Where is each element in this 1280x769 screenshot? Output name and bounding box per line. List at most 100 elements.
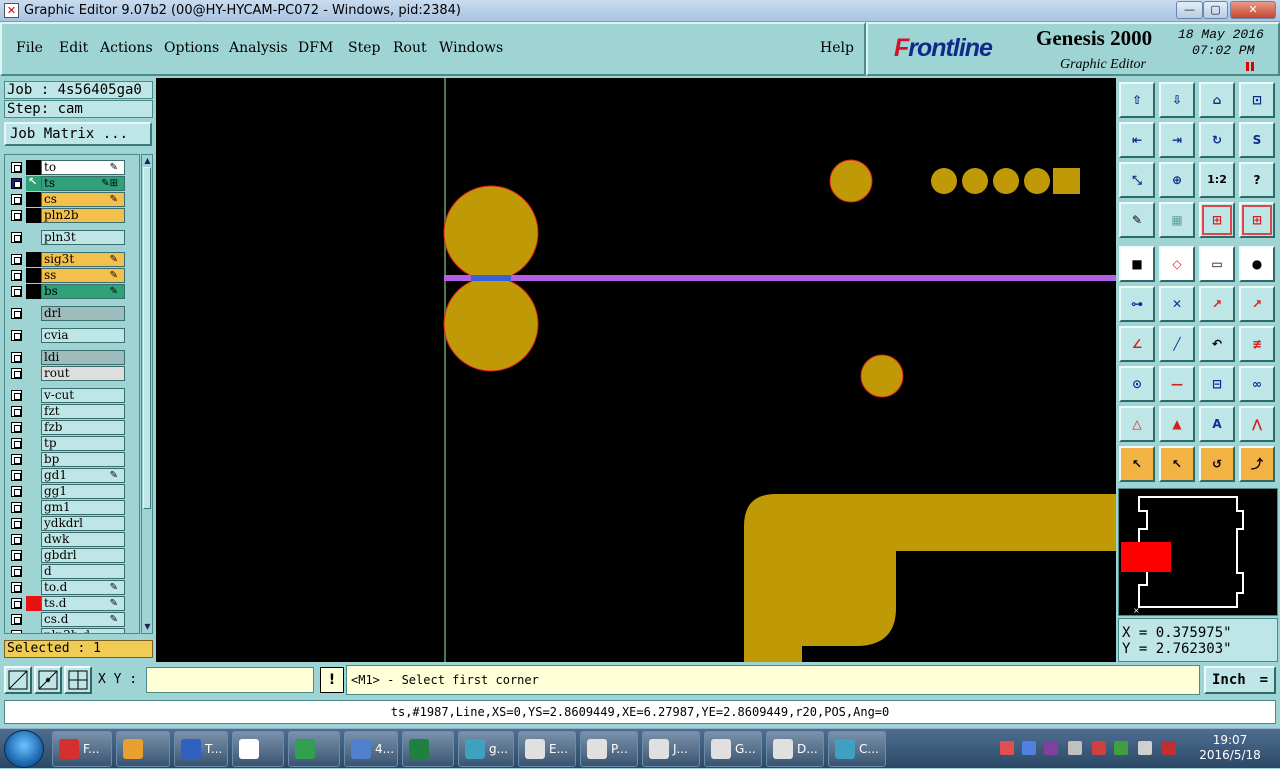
layer-color-swatch[interactable] — [26, 612, 41, 627]
layer-name[interactable]: bs ✎ — [41, 284, 125, 299]
network-icon[interactable] — [1068, 741, 1082, 755]
layer-checkbox[interactable] — [11, 566, 22, 577]
taskbar-item-14[interactable]: C... — [828, 731, 886, 767]
layer-color-swatch[interactable] — [26, 388, 41, 403]
menu-rout[interactable]: Rout — [393, 40, 427, 56]
help-query-icon[interactable]: ? — [1239, 162, 1275, 198]
tray-icon-3[interactable] — [1044, 741, 1058, 755]
zoom-out-icon[interactable]: ⇥ — [1159, 122, 1195, 158]
layer-checkbox[interactable] — [11, 598, 22, 609]
add-point-icon[interactable]: ↗ — [1199, 286, 1235, 322]
layer-row-gd1[interactable]: gd1 ✎ — [7, 468, 131, 483]
zoom-in-icon[interactable]: ⇤ — [1119, 122, 1155, 158]
layer-name[interactable]: sig3t ✎ — [41, 252, 125, 267]
select-rotate-icon[interactable]: ↺ — [1199, 446, 1235, 482]
warning-button[interactable]: ! — [320, 667, 344, 693]
layer-row-fzt[interactable]: fzt — [7, 404, 131, 419]
menu-help[interactable]: Help — [820, 40, 854, 56]
ruler-icon[interactable]: ▭ — [1199, 246, 1235, 282]
layer-name[interactable]: cs ✎ — [41, 192, 125, 207]
layer-checkbox[interactable] — [11, 368, 22, 379]
system-clock[interactable]: 19:07 2016/5/18 — [1194, 733, 1266, 763]
layer-row-cvia[interactable]: cvia — [7, 328, 131, 343]
grid-icon[interactable]: ▦ — [1159, 202, 1195, 238]
layer-name[interactable]: pln2b — [41, 208, 125, 223]
pause-icon[interactable] — [1246, 62, 1256, 72]
delete-x-icon[interactable]: ✕ — [1159, 286, 1195, 322]
menu-dfm[interactable]: DFM — [298, 40, 333, 56]
move-point-icon[interactable]: ↗ — [1239, 286, 1275, 322]
layer-name[interactable]: rout — [41, 366, 125, 381]
layer-color-swatch[interactable] — [26, 366, 41, 381]
layer-color-swatch[interactable] — [26, 484, 41, 499]
layer-name[interactable]: fzb — [41, 420, 125, 435]
layer-name[interactable]: pln2b.d — [41, 628, 125, 633]
close-button[interactable]: ✕ — [1230, 1, 1276, 19]
taskbar-item-3[interactable]: T... — [174, 731, 228, 767]
layer-checkbox[interactable] — [11, 178, 22, 189]
snap-point-icon[interactable]: ⊙ — [1119, 366, 1155, 402]
layer-checkbox[interactable] — [11, 422, 22, 433]
layer-color-swatch[interactable] — [26, 452, 41, 467]
angle-line-icon[interactable]: ∠ — [1119, 326, 1155, 362]
volume-icon[interactable] — [1138, 741, 1152, 755]
layer-row-to[interactable]: to ✎ — [7, 160, 131, 175]
layer-row-v-cut[interactable]: v-cut — [7, 388, 131, 403]
layer-color-swatch[interactable] — [26, 328, 41, 343]
layer-row-rout[interactable]: rout — [7, 366, 131, 381]
taskbar-item-7[interactable] — [402, 731, 454, 767]
layer-checkbox[interactable] — [11, 502, 22, 513]
triangle-up-icon[interactable]: ▲ — [1159, 406, 1195, 442]
taskbar-item-4[interactable] — [232, 731, 284, 767]
minimize-button[interactable]: — — [1176, 1, 1203, 19]
layer-row-bp[interactable]: bp — [7, 452, 131, 467]
layer-row-to.d[interactable]: to.d ✎ — [7, 580, 131, 595]
layer-checkbox[interactable] — [11, 270, 22, 281]
taskbar-item-12[interactable]: G... — [704, 731, 762, 767]
layer-color-swatch[interactable] — [26, 500, 41, 515]
select-path-icon[interactable]: ⤴ — [1239, 446, 1275, 482]
tray-icon-6[interactable] — [1114, 741, 1128, 755]
triangle-a-icon[interactable]: A — [1199, 406, 1235, 442]
layer-checkbox[interactable] — [11, 286, 22, 297]
mirror-icon[interactable]: ≢ — [1239, 326, 1275, 362]
layer-name[interactable]: gbdrl — [41, 548, 125, 563]
layer-row-sig3t[interactable]: sig3t ✎ — [7, 252, 131, 267]
layer-color-swatch[interactable] — [26, 230, 41, 245]
layer-name[interactable]: cs.d ✎ — [41, 612, 125, 627]
layer-name[interactable]: ldi — [41, 350, 125, 365]
measure-icon[interactable]: ✎ — [1119, 202, 1155, 238]
taskbar-item-10[interactable]: P... — [580, 731, 638, 767]
taskbar-item-1[interactable]: F... — [52, 731, 112, 767]
layer-row-drl[interactable]: drl — [7, 306, 131, 321]
layer-checkbox[interactable] — [11, 232, 22, 243]
layer-row-cs[interactable]: cs ✎ — [7, 192, 131, 207]
dimension-icon[interactable]: ⊟ — [1199, 366, 1235, 402]
layer-checkbox[interactable] — [11, 470, 22, 481]
layer-checkbox[interactable] — [11, 518, 22, 529]
layer-checkbox[interactable] — [11, 582, 22, 593]
layer-name[interactable]: dwk — [41, 532, 125, 547]
layer-row-pln3t[interactable]: pln3t — [7, 230, 131, 245]
diamond-icon[interactable]: ◇ — [1159, 246, 1195, 282]
black-square-icon[interactable]: ■ — [1119, 246, 1155, 282]
connect-nodes-icon[interactable]: ⊶ — [1119, 286, 1155, 322]
layer-row-bs[interactable]: bs ✎ — [7, 284, 131, 299]
layers-red-icon[interactable]: ⊞ — [1199, 202, 1235, 238]
layer-color-swatch[interactable]: ↖ — [26, 175, 41, 191]
layer-color-swatch[interactable] — [26, 564, 41, 579]
layer-color-swatch[interactable] — [26, 350, 41, 365]
layer-row-pln2b[interactable]: pln2b — [7, 208, 131, 223]
layer-color-swatch[interactable] — [26, 252, 41, 267]
layer-color-swatch[interactable] — [26, 284, 41, 299]
redraw-icon[interactable]: S — [1239, 122, 1275, 158]
menu-windows[interactable]: Windows — [439, 40, 503, 56]
layer-color-swatch[interactable] — [26, 468, 41, 483]
tray-icon-2[interactable] — [1022, 741, 1036, 755]
home-down-icon[interactable]: ⇩ — [1159, 82, 1195, 118]
black-circle-icon[interactable]: ● — [1239, 246, 1275, 282]
pan-icon[interactable]: ↻ — [1199, 122, 1235, 158]
taskbar-item-11[interactable]: J... — [642, 731, 700, 767]
layer-row-d[interactable]: d — [7, 564, 131, 579]
layer-checkbox[interactable] — [11, 614, 22, 625]
